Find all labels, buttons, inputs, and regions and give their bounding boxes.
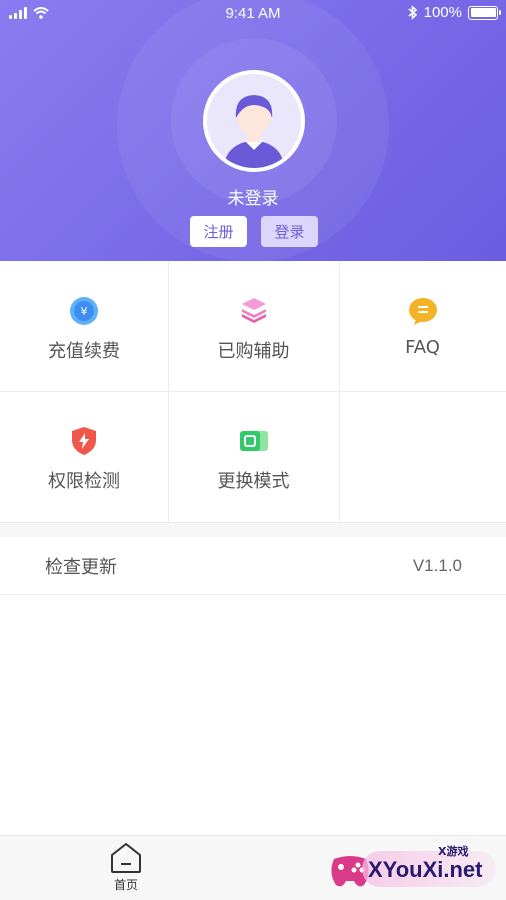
feature-grid: ¥ 充值续费 已购辅助 FAQ 权限检测 更换模式 (0, 261, 506, 523)
permission-item[interactable]: 权限检测 (0, 391, 168, 523)
recharge-label: 充值续费 (48, 341, 120, 362)
stack-icon (241, 298, 266, 323)
user-avatar-icon (224, 95, 284, 168)
check-update-row[interactable]: 检查更新 V1.1.0 (0, 537, 506, 595)
purchased-label: 已购辅助 (217, 341, 290, 362)
switch-mode-icon (239, 431, 268, 451)
tab-home-label: 首页 (113, 878, 138, 892)
tab-home[interactable]: 首页 (102, 842, 150, 893)
login-button[interactable]: 登录 (261, 216, 318, 247)
chat-bubble-icon (408, 298, 437, 325)
battery-icon (468, 5, 501, 20)
svg-text:¥: ¥ (81, 305, 88, 318)
battery-percent: 100% (423, 4, 462, 21)
version-text: V1.1.0 (412, 555, 462, 575)
mode-item[interactable]: 更换模式 (168, 391, 339, 523)
watermark: X游戏 XYouXi.net (328, 841, 500, 897)
section-divider (0, 523, 506, 537)
faq-label: FAQ (405, 337, 440, 358)
permission-label: 权限检测 (48, 471, 120, 492)
avatar[interactable] (203, 70, 305, 172)
faq-item[interactable]: FAQ (339, 261, 506, 391)
recharge-icon: ¥ (70, 297, 98, 325)
status-bar: 9:41 AM 100% (0, 0, 506, 28)
status-right: 100% (408, 4, 501, 21)
home-icon (111, 843, 141, 873)
watermark-text: XYouXi.net (368, 857, 483, 882)
mode-label: 更换模式 (217, 471, 290, 492)
login-status: 未登录 (227, 189, 279, 209)
register-button[interactable]: 注册 (190, 216, 247, 247)
recharge-item[interactable]: ¥ 充值续费 (0, 261, 168, 391)
check-update-label: 检查更新 (45, 556, 117, 578)
shield-icon (72, 427, 96, 455)
purchased-item[interactable]: 已购辅助 (168, 261, 339, 391)
bluetooth-icon (408, 5, 417, 20)
profile-header: 9:41 AM 100% 未登录 注册 登录 (0, 0, 506, 261)
